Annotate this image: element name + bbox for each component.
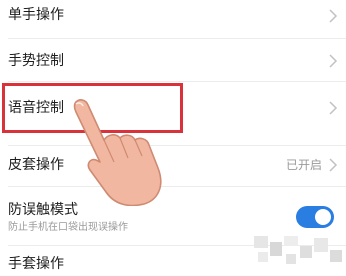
settings-row-single-hand[interactable]: 单手操作 (0, 0, 346, 38)
settings-row-label: 手套操作 (8, 256, 64, 272)
settings-row-voice-control[interactable]: 语音控制 (0, 82, 346, 134)
settings-row-case-operation[interactable]: 皮套操作 已开启 (0, 146, 346, 186)
settings-row-subtitle: 防止手机在口袋出现误操作 (8, 222, 128, 233)
settings-row-label: 皮套操作 (8, 157, 64, 173)
status-text: 已开启 (285, 158, 322, 172)
settings-row-label: 单手操作 (8, 7, 64, 23)
chevron-right-icon (329, 9, 338, 23)
settings-row-gesture-control[interactable]: 手势控制 (0, 39, 346, 81)
settings-row-label: 手势控制 (8, 53, 64, 69)
chevron-right-icon (329, 158, 338, 172)
anti-mistouch-toggle[interactable] (296, 206, 334, 228)
settings-row-label: 防误触模式 (8, 202, 78, 218)
toggle-knob (315, 209, 331, 225)
watermark-mosaic (254, 236, 342, 264)
chevron-right-icon (329, 54, 338, 68)
settings-row-label: 语音控制 (8, 100, 64, 116)
chevron-right-icon (329, 101, 338, 115)
